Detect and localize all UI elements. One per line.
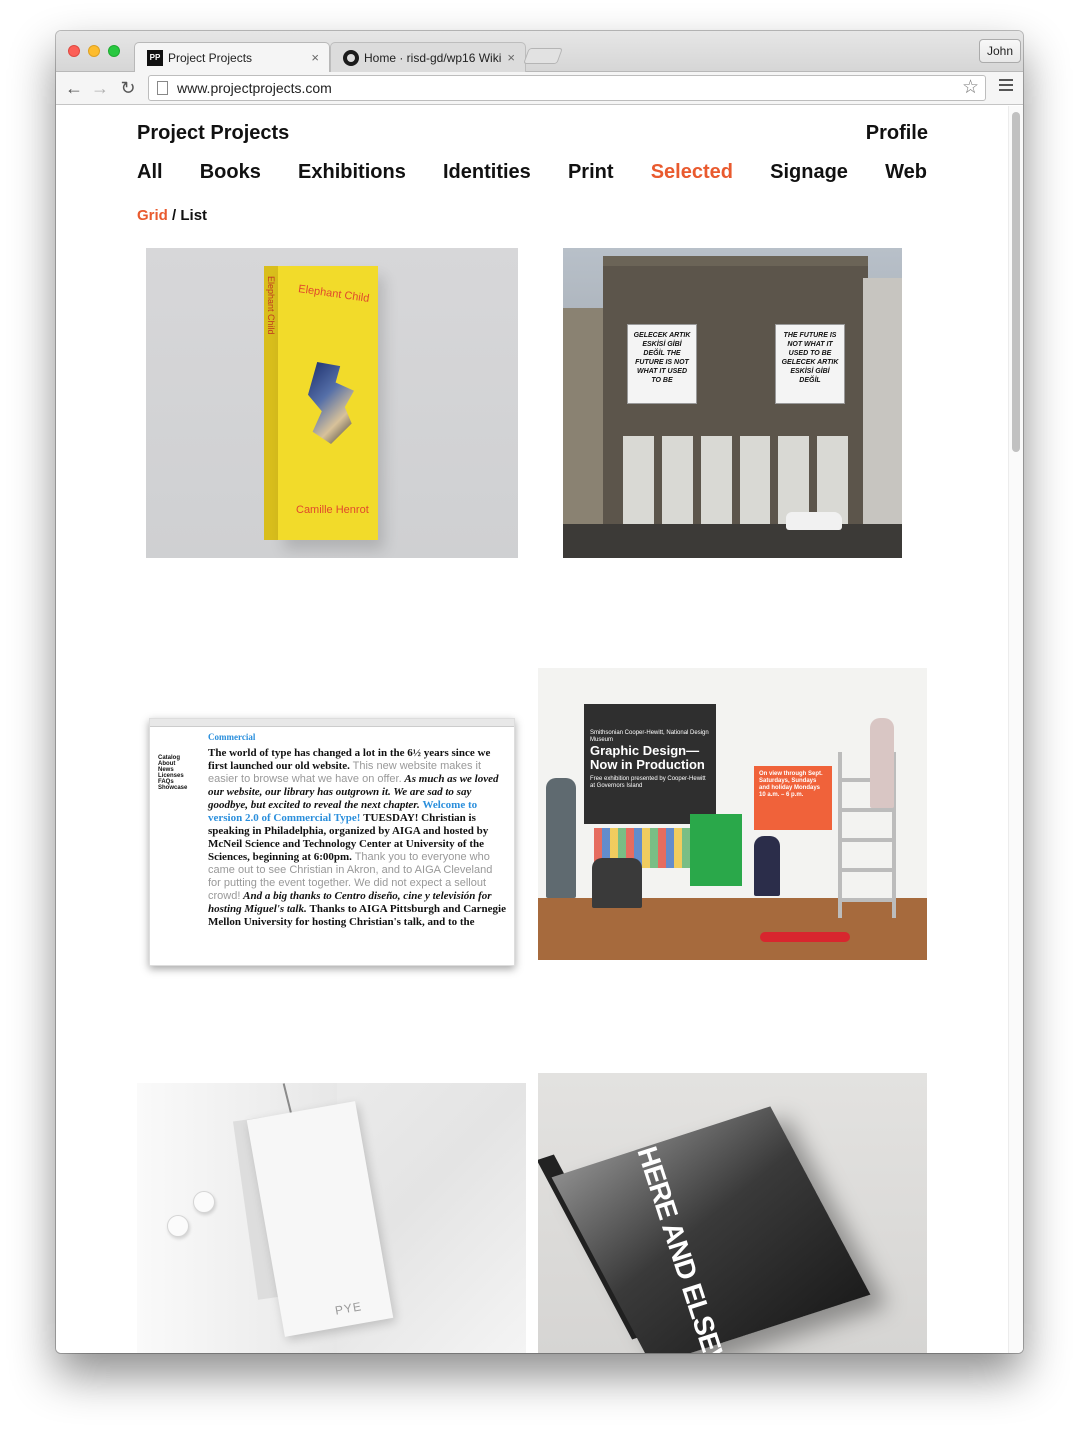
book-cutout-image xyxy=(308,362,354,444)
website-sidebar: Catalog About News Licenses FAQs Showcas… xyxy=(158,755,187,791)
profile-button[interactable]: John xyxy=(979,39,1021,63)
street xyxy=(563,524,902,558)
graphic-design-poster: Smithsonian Cooper-Hewitt, National Desi… xyxy=(584,704,716,824)
list-view-link[interactable]: List xyxy=(180,207,207,224)
tab-title: Project Projects xyxy=(168,50,253,65)
website-news-text: The world of type has changed a lot in t… xyxy=(208,747,508,929)
menu-icon[interactable] xyxy=(999,79,1013,94)
minimize-window-button[interactable] xyxy=(88,45,100,57)
project-tile-pye-identity[interactable]: PYE xyxy=(137,1083,526,1353)
grid-view-link[interactable]: Grid xyxy=(137,207,168,224)
nav-selected[interactable]: Selected xyxy=(651,161,733,184)
view-separator: / xyxy=(167,207,181,224)
category-nav: All Books Exhibitions Identities Print S… xyxy=(137,161,927,184)
project-tile-here-and-elsewhere[interactable]: HERE AND ELSEWHERE xyxy=(538,1073,927,1353)
person xyxy=(546,778,576,898)
building-facade: GELECEK ARTIK ESKİSİ GİBİ DEĞİL THE FUTU… xyxy=(603,256,868,546)
nav-all[interactable]: All xyxy=(137,161,163,184)
tab-close-icon[interactable]: × xyxy=(507,50,515,65)
view-toggle: Grid / List xyxy=(137,207,207,224)
nav-identities[interactable]: Identities xyxy=(443,161,531,184)
person xyxy=(754,836,780,896)
project-tile-elephant-child[interactable]: Elephant Child Elephant Child Camille He… xyxy=(146,248,518,558)
close-window-button[interactable] xyxy=(68,45,80,57)
maximize-window-button[interactable] xyxy=(108,45,120,57)
shirt-button xyxy=(167,1215,189,1237)
project-tile-building-banners[interactable]: GELECEK ARTIK ESKİSİ GİBİ DEĞİL THE FUTU… xyxy=(563,248,902,558)
tab-title: Home · risd-gd/wp16 Wiki xyxy=(364,50,502,65)
nav-exhibitions[interactable]: Exhibitions xyxy=(298,161,406,184)
profile-link[interactable]: Profile xyxy=(866,122,928,145)
shirt-button xyxy=(193,1191,215,1213)
new-tab-button[interactable] xyxy=(523,48,563,64)
project-tile-graphic-design-exhibition[interactable]: Smithsonian Cooper-Hewitt, National Desi… xyxy=(538,668,927,960)
site-title[interactable]: Project Projects xyxy=(137,122,289,145)
project-projects-favicon-icon: PP xyxy=(147,49,163,66)
poster-org: Smithsonian Cooper-Hewitt, National Desi… xyxy=(590,730,709,743)
building-right xyxy=(863,278,902,538)
address-bar[interactable]: www.projectprojects.com ☆ xyxy=(148,75,986,101)
screenshot-browser-bar xyxy=(150,719,514,727)
nav-web[interactable]: Web xyxy=(885,161,927,184)
github-icon xyxy=(343,49,359,66)
nav-signage[interactable]: Signage xyxy=(770,161,848,184)
book-spine-title: Elephant Child xyxy=(266,276,276,335)
browser-window: PP Project Projects × Home · risd-gd/wp1… xyxy=(56,31,1023,1353)
nav-print[interactable]: Print xyxy=(568,161,614,184)
green-poster xyxy=(690,814,742,886)
book-title: Elephant Child xyxy=(297,283,371,305)
browser-toolbar: ← → ↻ www.projectprojects.com ☆ xyxy=(56,72,1023,105)
car xyxy=(786,512,842,530)
person xyxy=(592,858,642,908)
project-tile-commercial-type-website[interactable]: Commercial Catalog About News Licenses F… xyxy=(149,718,515,966)
scrollbar-thumb[interactable] xyxy=(1012,112,1020,452)
commercial-logo: Commercial xyxy=(208,732,256,742)
forward-arrow-icon[interactable]: → xyxy=(89,76,111,100)
scrollbar[interactable] xyxy=(1008,106,1023,1353)
building-left xyxy=(563,308,603,548)
tab-github-wiki[interactable]: Home · risd-gd/wp16 Wiki × xyxy=(330,42,526,72)
back-arrow-icon[interactable]: ← xyxy=(63,76,85,100)
book-author: Camille Henrot xyxy=(296,504,369,516)
banner-right: THE FUTURE IS NOT WHAT IT USED TO BE GEL… xyxy=(775,324,845,404)
tab-close-icon[interactable]: × xyxy=(311,50,319,65)
bookmark-star-icon[interactable]: ☆ xyxy=(962,76,979,100)
nav-books[interactable]: Books xyxy=(200,161,261,184)
red-paper-roll xyxy=(760,932,850,942)
url-text: www.projectprojects.com xyxy=(177,80,332,96)
tab-project-projects[interactable]: PP Project Projects × xyxy=(134,42,330,72)
pye-brand: PYE xyxy=(333,1299,363,1318)
banner-left: GELECEK ARTIK ESKİSİ GİBİ DEĞİL THE FUTU… xyxy=(627,324,697,404)
orange-poster: On view through Sept. Saturdays, Sundays… xyxy=(754,766,832,830)
tab-strip: PP Project Projects × Home · risd-gd/wp1… xyxy=(56,31,1023,72)
poster-title: Graphic Design— Now in Production xyxy=(590,743,705,772)
reload-icon[interactable]: ↻ xyxy=(117,76,139,100)
person xyxy=(870,718,894,808)
book-cover: Elephant Child Camille Henrot xyxy=(278,266,378,540)
page-viewport: Project Projects Profile All Books Exhib… xyxy=(56,106,1023,1353)
poster-subtitle: Free exhibition presented by Cooper-Hewi… xyxy=(590,776,706,789)
sidebar-item: Showcase xyxy=(158,785,188,791)
page-icon xyxy=(157,81,168,95)
